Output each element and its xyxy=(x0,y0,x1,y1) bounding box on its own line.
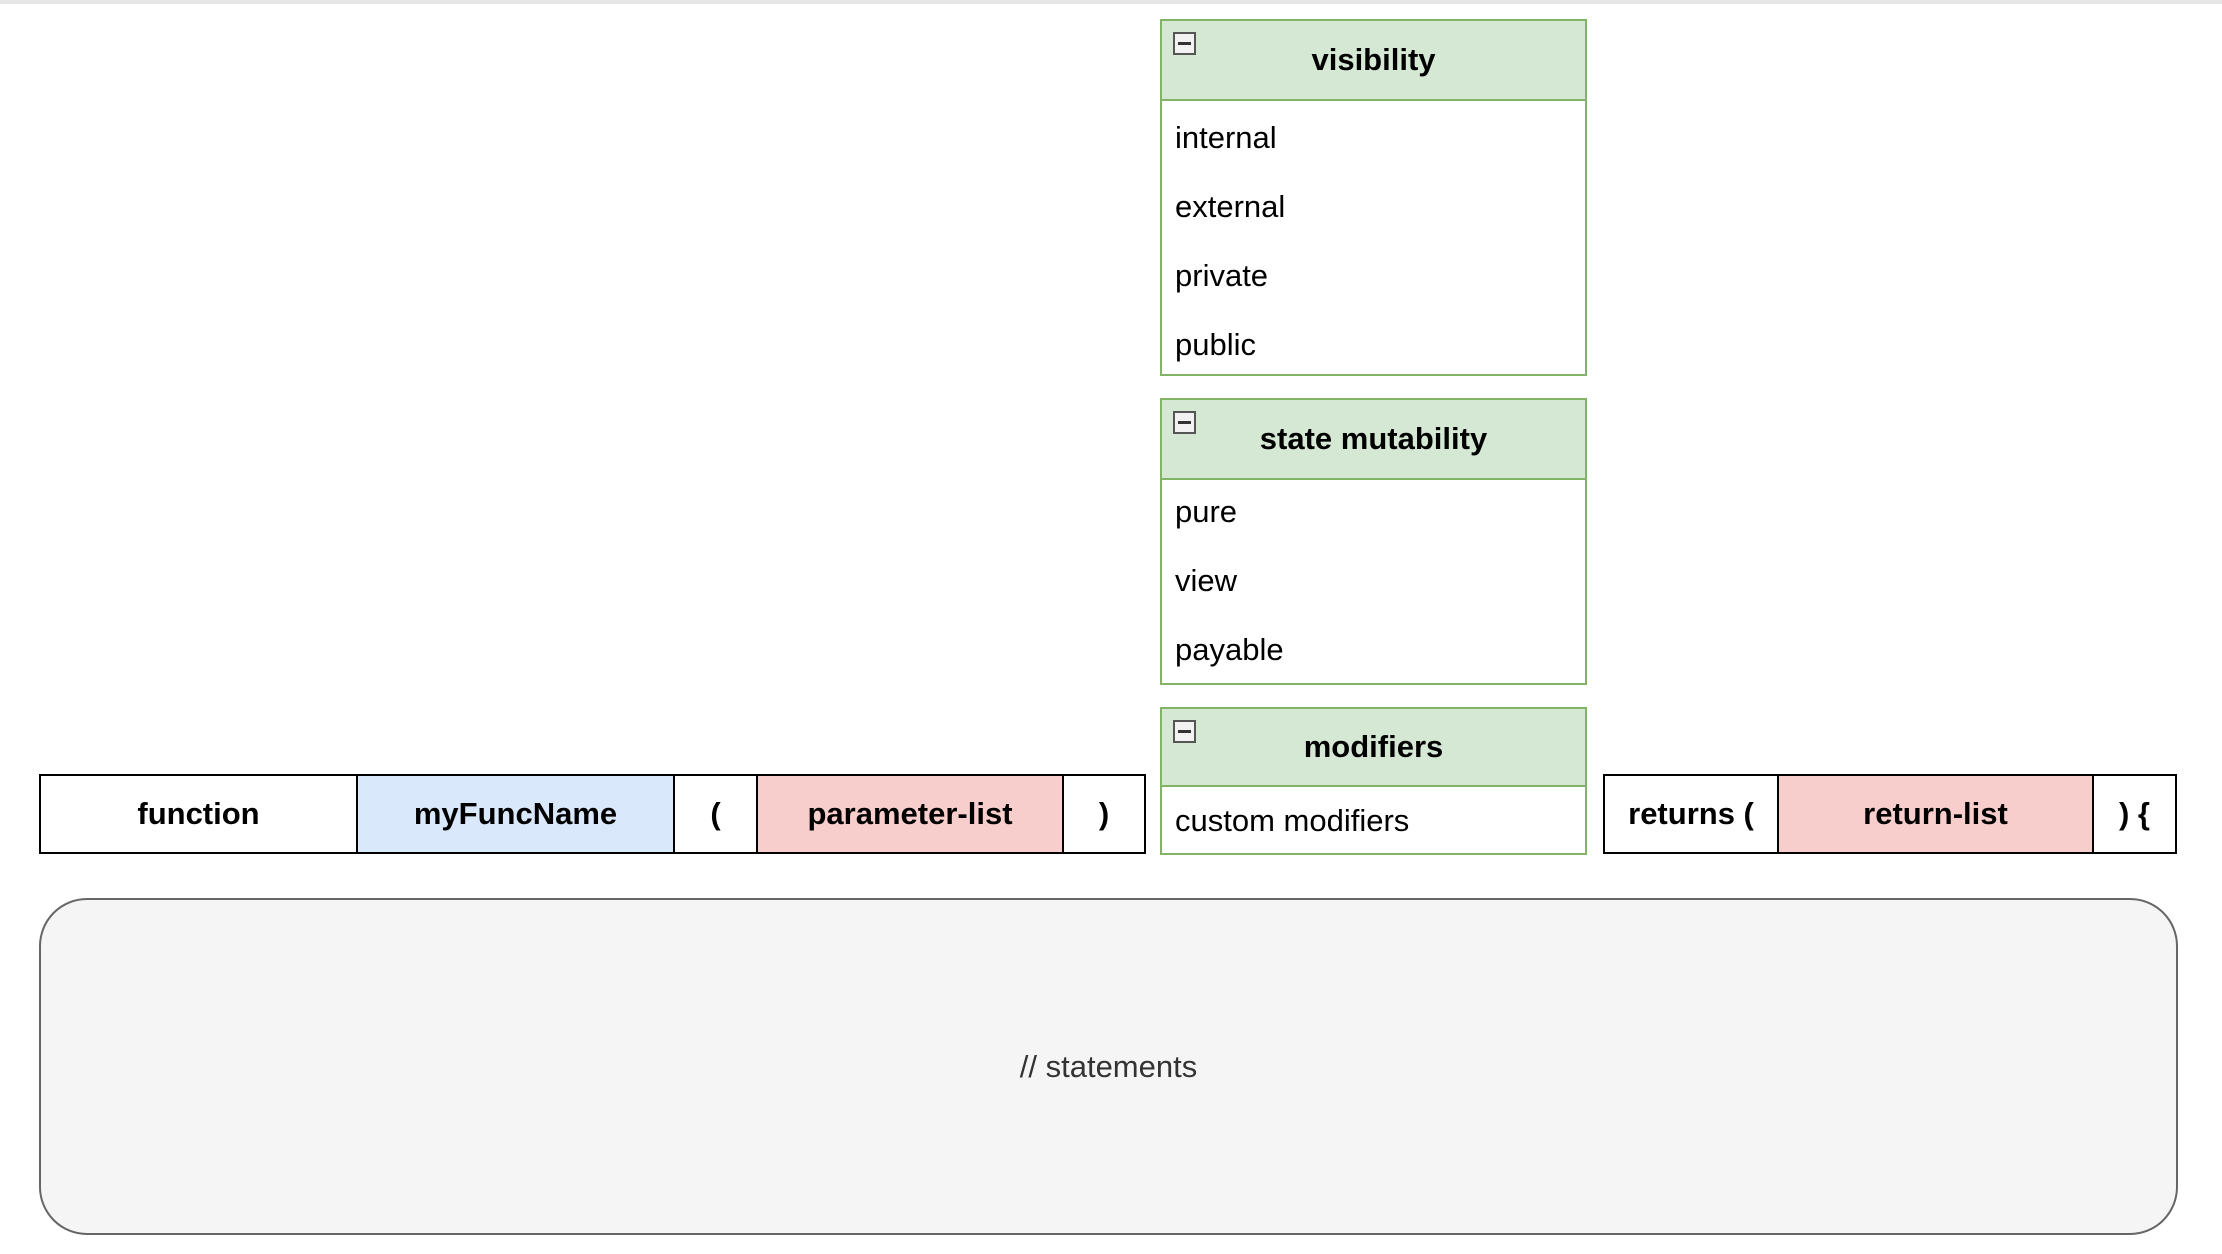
state-mutability-panel-header: state mutability xyxy=(1162,400,1585,480)
modifiers-panel-header: modifiers xyxy=(1162,709,1585,787)
parameter-list-label: parameter-list xyxy=(807,796,1013,831)
function-name-box[interactable]: myFuncName xyxy=(356,774,675,854)
close-paren-box[interactable]: ) xyxy=(1062,774,1146,854)
collapse-icon[interactable] xyxy=(1173,720,1196,743)
close-brace-label: ) { xyxy=(2119,796,2150,831)
modifiers-panel-title: modifiers xyxy=(1303,729,1444,764)
state-mutability-panel[interactable]: state mutability pure view payable xyxy=(1160,398,1587,685)
function-body-label: // statements xyxy=(1019,1048,1198,1084)
visibility-item-external[interactable]: external xyxy=(1175,189,1285,225)
modifiers-panel[interactable]: modifiers custom modifiers xyxy=(1160,707,1587,855)
function-name-label: myFuncName xyxy=(413,796,618,831)
canvas-top-border xyxy=(0,0,2222,4)
return-list-box[interactable]: return-list xyxy=(1777,774,2094,854)
return-list-label: return-list xyxy=(1863,796,2008,831)
collapse-icon[interactable] xyxy=(1173,32,1196,55)
open-paren-box[interactable]: ( xyxy=(673,774,758,854)
state-mutability-panel-title: state mutability xyxy=(1259,421,1488,456)
visibility-panel[interactable]: visibility internal external private pub… xyxy=(1160,19,1587,376)
open-paren-label: ( xyxy=(710,796,721,831)
parameter-list-box[interactable]: parameter-list xyxy=(756,774,1064,854)
visibility-panel-title: visibility xyxy=(1311,42,1436,77)
state-mutability-item-view[interactable]: view xyxy=(1175,563,1237,599)
visibility-item-public[interactable]: public xyxy=(1175,327,1256,363)
visibility-item-private[interactable]: private xyxy=(1175,258,1268,294)
function-body-box[interactable]: // statements xyxy=(39,898,2178,1235)
function-keyword-label: function xyxy=(137,796,260,831)
state-mutability-item-pure[interactable]: pure xyxy=(1175,494,1237,530)
close-paren-label: ) xyxy=(1098,796,1110,831)
modifiers-item-custom[interactable]: custom modifiers xyxy=(1175,803,1409,839)
visibility-item-internal[interactable]: internal xyxy=(1175,120,1277,156)
state-mutability-item-payable[interactable]: payable xyxy=(1175,632,1284,668)
visibility-panel-header: visibility xyxy=(1162,21,1585,101)
returns-keyword-label: returns ( xyxy=(1628,796,1754,831)
close-brace-box[interactable]: ) { xyxy=(2092,774,2177,854)
returns-keyword-box[interactable]: returns ( xyxy=(1603,774,1779,854)
function-keyword-box[interactable]: function xyxy=(39,774,358,854)
collapse-icon[interactable] xyxy=(1173,411,1196,434)
